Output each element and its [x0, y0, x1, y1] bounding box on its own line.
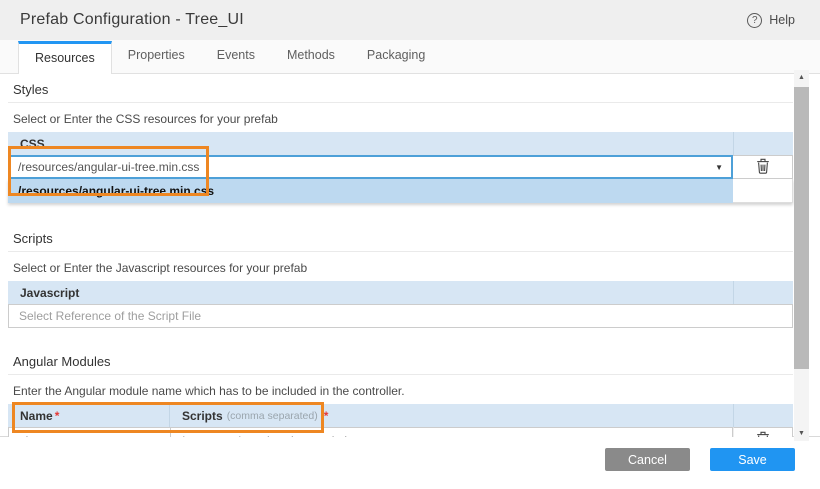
angular-modules-table-header: Name* Scripts (comma separated) * — [8, 404, 793, 427]
vertical-scrollbar: ▲ ▼ — [794, 70, 809, 441]
name-column-label: Name — [20, 409, 53, 423]
trash-icon — [754, 156, 772, 179]
help-link[interactable]: ? Help — [747, 13, 795, 28]
help-label: Help — [769, 13, 795, 27]
tab-bar: Resources Properties Events Methods Pack… — [0, 40, 820, 74]
scrollbar-up-arrow-icon[interactable]: ▲ — [794, 70, 809, 85]
scripts-column-header: Scripts (comma separated) * — [170, 409, 733, 423]
modules-action-column-header — [733, 404, 793, 427]
angular-modules-heading: Angular Modules — [8, 347, 793, 375]
scripts-column-hint: (comma separated) — [227, 410, 318, 422]
scripts-heading: Scripts — [8, 224, 793, 252]
tab-properties[interactable]: Properties — [112, 40, 201, 73]
name-column-header: Name* — [8, 404, 170, 427]
tab-packaging[interactable]: Packaging — [351, 40, 441, 73]
css-select-value: /resources/angular-ui-tree.min.css — [18, 160, 199, 174]
javascript-table: Javascript — [8, 281, 793, 328]
styles-description: Select or Enter the CSS resources for yo… — [13, 112, 793, 126]
titlebar: Prefab Configuration - Tree_UI ? Help — [0, 0, 820, 40]
javascript-column-header: Javascript — [8, 286, 733, 300]
styles-heading: Styles — [8, 75, 793, 103]
css-dropdown-option[interactable]: /resources/angular-ui-tree.min.css — [8, 179, 733, 203]
css-delete-button[interactable] — [733, 155, 793, 179]
css-dropdown-list: /resources/angular-ui-tree.min.css — [8, 179, 793, 203]
javascript-resource-cell — [8, 304, 793, 328]
javascript-resource-input[interactable] — [8, 304, 793, 328]
chevron-down-icon: ▼ — [715, 163, 723, 172]
tab-methods[interactable]: Methods — [271, 40, 351, 73]
css-table-header: CSS — [8, 132, 793, 155]
tab-resources[interactable]: Resources — [18, 41, 112, 74]
cancel-button[interactable]: Cancel — [605, 448, 690, 471]
scripts-description: Select or Enter the Javascript resources… — [13, 261, 793, 275]
css-resource-row: /resources/angular-ui-tree.min.css ▼ — [8, 155, 793, 179]
scrollbar-thumb[interactable] — [794, 87, 809, 369]
required-marker: * — [55, 409, 60, 423]
dialog-footer: Cancel Save — [0, 437, 820, 489]
javascript-action-column-header — [733, 281, 793, 304]
css-resource-select[interactable]: /resources/angular-ui-tree.min.css ▼ — [8, 155, 733, 179]
save-button[interactable]: Save — [710, 448, 795, 471]
javascript-resource-row — [8, 304, 793, 328]
tab-events[interactable]: Events — [201, 40, 271, 73]
required-marker: * — [324, 409, 329, 423]
css-dropdown-option-side — [733, 179, 793, 203]
resources-panel: Styles Select or Enter the CSS resources… — [0, 75, 820, 437]
javascript-table-header: Javascript — [8, 281, 793, 304]
scrollbar-down-arrow-icon[interactable]: ▼ — [794, 426, 809, 441]
angular-modules-description: Enter the Angular module name which has … — [13, 384, 793, 398]
css-column-header: CSS — [8, 137, 733, 151]
css-table: CSS /resources/angular-ui-tree.min.css ▼ — [8, 132, 793, 203]
page-title: Prefab Configuration - Tree_UI — [20, 11, 244, 29]
css-action-column-header — [733, 132, 793, 155]
prefab-configuration-dialog: Prefab Configuration - Tree_UI ? Help Re… — [0, 0, 820, 489]
question-circle-icon: ? — [747, 13, 762, 28]
scripts-column-label: Scripts — [182, 409, 223, 423]
